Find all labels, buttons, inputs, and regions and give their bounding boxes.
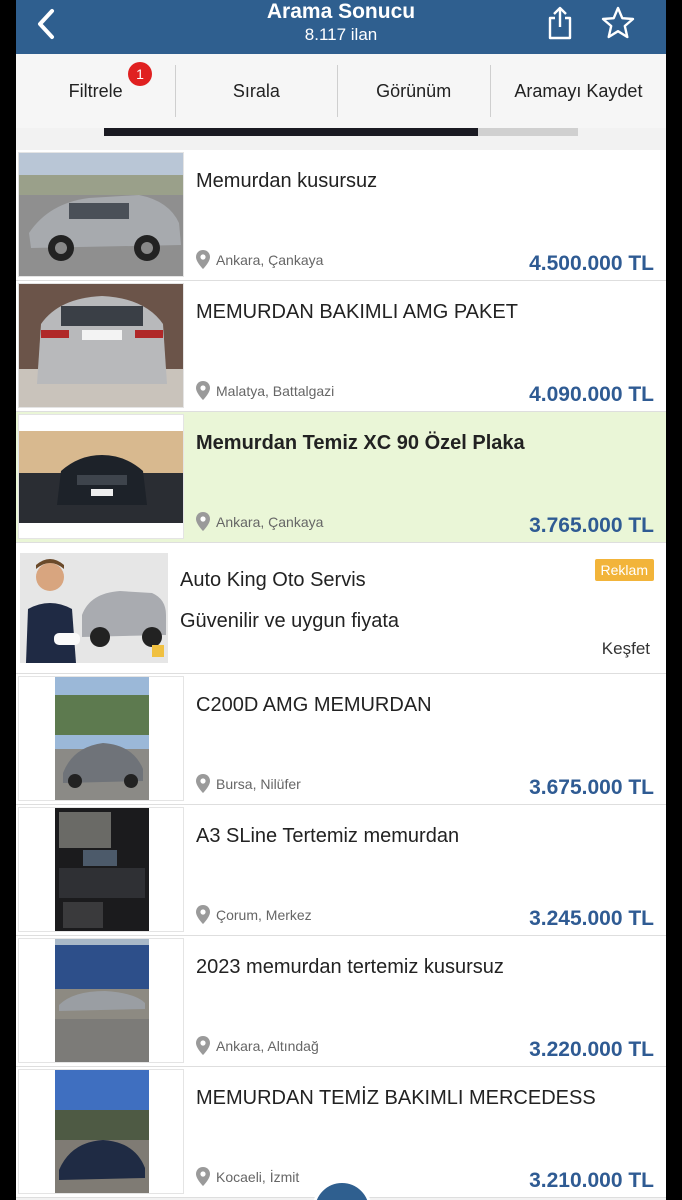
app-screen: Arama Sonucu 8.117 ilan Filtrele 1 Sıral… bbox=[16, 0, 666, 1200]
listing-price: 3.210.000 TL bbox=[529, 1169, 654, 1192]
listing-title: A3 SLine Tertemiz memurdan bbox=[196, 825, 460, 847]
star-icon bbox=[601, 6, 635, 39]
sort-label: Sırala bbox=[232, 80, 280, 101]
sponsored-ad[interactable]: Auto King Oto Servis Güvenilir ve uygun … bbox=[16, 543, 666, 674]
ad-explore-link[interactable]: Keşfet bbox=[602, 639, 650, 659]
listing-photo bbox=[18, 807, 184, 932]
listing-location-text: Çorum, Merkez bbox=[216, 906, 312, 923]
listing-location: Ankara, Çankaya bbox=[196, 512, 323, 531]
listing-price: 3.220.000 TL bbox=[529, 1038, 654, 1061]
save-search-label: Aramayı Kaydet bbox=[514, 80, 643, 101]
location-pin-icon bbox=[196, 1167, 210, 1186]
favorite-search-button[interactable] bbox=[599, 4, 637, 42]
listing-location-text: Kocaeli, İzmit bbox=[216, 1168, 300, 1185]
listing-location: Çorum, Merkez bbox=[196, 905, 312, 924]
listing-row[interactable]: Memurdan kusursuz Ankara, Çankaya 4.500.… bbox=[16, 150, 666, 281]
listing-photo bbox=[18, 1069, 184, 1194]
listing-location: Malatya, Battalgazi bbox=[196, 381, 334, 400]
listing-location-text: Malatya, Battalgazi bbox=[216, 382, 335, 399]
view-label: Görünüm bbox=[376, 80, 452, 101]
ad-badge: Reklam bbox=[594, 559, 654, 581]
listing-photo bbox=[18, 938, 184, 1063]
share-button[interactable] bbox=[543, 4, 577, 42]
listing-photo bbox=[18, 283, 184, 408]
listing-price: 4.090.000 TL bbox=[529, 383, 654, 406]
listing-price: 3.245.000 TL bbox=[529, 907, 654, 930]
listing-location: Kocaeli, İzmit bbox=[196, 1167, 299, 1186]
listing-title: Memurdan Temiz XC 90 Özel Plaka bbox=[196, 432, 525, 454]
listing-row[interactable]: MEMURDAN BAKIMLI AMG PAKET Malatya, Batt… bbox=[16, 281, 666, 412]
listing-location-text: Ankara, Çankaya bbox=[216, 513, 324, 530]
filter-label: Filtrele bbox=[68, 80, 123, 101]
ad-description: Güvenilir ve uygun fiyata bbox=[180, 610, 400, 632]
listing-location-text: Ankara, Çankaya bbox=[216, 251, 324, 268]
banner-image-strip bbox=[104, 128, 478, 136]
listing-row[interactable]: A3 SLine Tertemiz memurdan Çorum, Merkez… bbox=[16, 805, 666, 936]
listing-photo bbox=[18, 414, 184, 539]
view-button[interactable]: Görünüm bbox=[338, 54, 490, 128]
listing-price: 4.500.000 TL bbox=[529, 252, 654, 275]
location-pin-icon bbox=[196, 381, 210, 400]
location-pin-icon bbox=[196, 250, 210, 269]
listing-row[interactable]: C200D AMG MEMURDAN Bursa, Nilüfer 3.675.… bbox=[16, 674, 666, 805]
listing-list: Memurdan kusursuz Ankara, Çankaya 4.500.… bbox=[16, 150, 666, 1198]
location-pin-icon bbox=[196, 774, 210, 793]
action-toolbar: Filtrele 1 Sırala Görünüm Aramayı Kaydet bbox=[16, 54, 666, 128]
location-pin-icon bbox=[196, 905, 210, 924]
listing-location: Ankara, Çankaya bbox=[196, 250, 323, 269]
listing-row[interactable]: MEMURDAN TEMİZ BAKIMLI MERCEDESS Kocaeli… bbox=[16, 1067, 666, 1198]
sort-button[interactable]: Sırala bbox=[176, 54, 336, 128]
ad-name: Auto King Oto Servis bbox=[180, 569, 366, 591]
listing-title: Memurdan kusursuz bbox=[196, 170, 378, 192]
listing-price: 3.675.000 TL bbox=[529, 776, 654, 799]
filter-button[interactable]: Filtrele 1 bbox=[16, 54, 175, 128]
listing-location-text: Ankara, Altındağ bbox=[216, 1037, 319, 1054]
listing-row[interactable]: 2023 memurdan tertemiz kusursuz Ankara, … bbox=[16, 936, 666, 1067]
listing-photo bbox=[18, 676, 184, 801]
share-icon bbox=[548, 6, 572, 40]
listing-title: 2023 memurdan tertemiz kusursuz bbox=[196, 956, 504, 978]
header-bar: Arama Sonucu 8.117 ilan bbox=[16, 0, 666, 54]
banner-image-strip bbox=[478, 128, 578, 136]
location-pin-icon bbox=[196, 1036, 210, 1055]
filter-count-badge: 1 bbox=[128, 62, 152, 86]
listing-location-text: Bursa, Nilüfer bbox=[216, 775, 301, 792]
listing-row-featured[interactable]: Memurdan Temiz XC 90 Özel Plaka Ankara, … bbox=[16, 412, 666, 543]
listing-price: 3.765.000 TL bbox=[529, 514, 654, 537]
location-pin-icon bbox=[196, 512, 210, 531]
save-search-button[interactable]: Aramayı Kaydet bbox=[491, 54, 666, 128]
listing-photo bbox=[18, 152, 184, 277]
listing-title: MEMURDAN BAKIMLI AMG PAKET bbox=[196, 301, 518, 323]
listing-location: Bursa, Nilüfer bbox=[196, 774, 301, 793]
listing-title: MEMURDAN TEMİZ BAKIMLI MERCEDESS bbox=[196, 1087, 596, 1109]
listing-title: C200D AMG MEMURDAN bbox=[196, 694, 432, 716]
ad-image bbox=[20, 553, 168, 663]
listing-location: Ankara, Altındağ bbox=[196, 1036, 319, 1055]
